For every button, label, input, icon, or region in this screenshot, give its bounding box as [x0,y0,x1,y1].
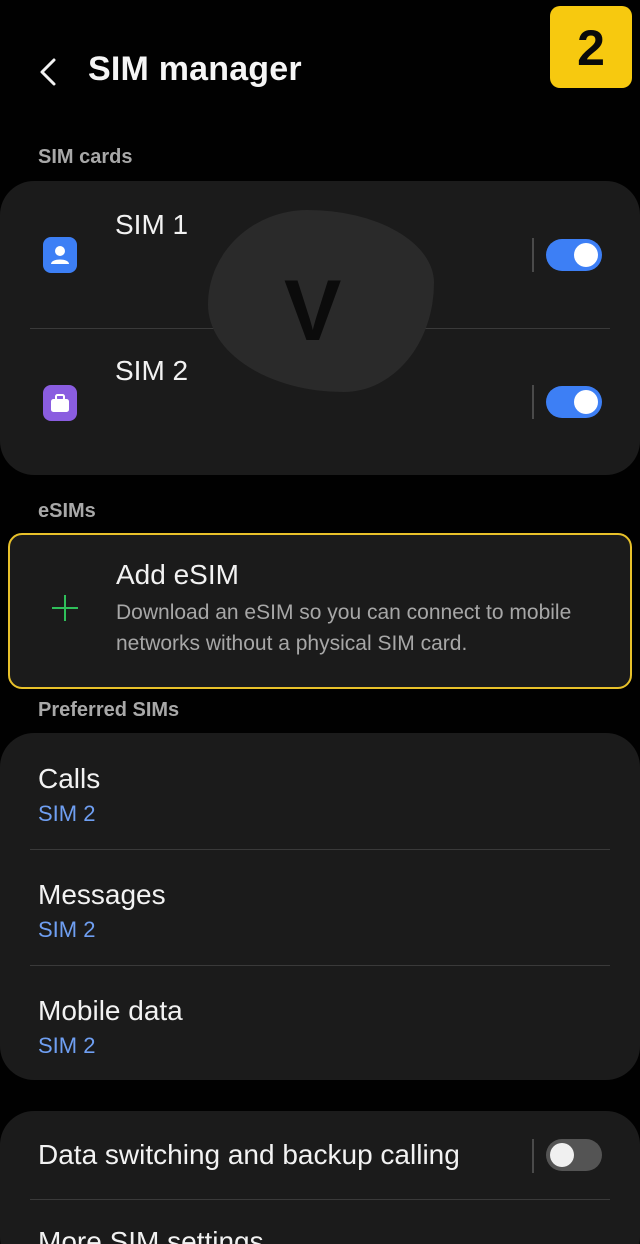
back-button[interactable] [34,52,66,92]
data-switching-label: Data switching and backup calling [38,1139,460,1170]
preferred-calls-value: SIM 2 [38,801,96,826]
preferred-mobile-data-value: SIM 2 [38,1033,96,1058]
data-switching-toggle[interactable] [546,1139,602,1171]
sim-2-toggle[interactable] [546,386,602,418]
more-settings-card: Data switching and backup calling More S… [0,1111,640,1244]
sim-1-toggle[interactable] [546,239,602,271]
toggle-knob [550,1143,574,1167]
sim-2-label: SIM 2 [115,355,189,386]
row-separator [532,385,534,419]
preferred-calls[interactable]: Calls SIM 2 [0,733,640,848]
row-separator [532,238,534,272]
preferred-mobile-data-label: Mobile data [38,995,183,1026]
add-esim-description: Download an eSIM so you can connect to m… [116,601,572,655]
step-badge: 2 [550,6,632,88]
plus-icon [52,595,78,621]
briefcase-sim-icon [43,385,77,421]
add-esim-button[interactable]: Add eSIM Download an eSIM so you can con… [8,533,632,689]
preferred-messages-value: SIM 2 [38,917,96,942]
add-esim-title: Add eSIM [116,559,239,590]
section-label-sim-cards: SIM cards [38,146,133,168]
preferred-messages[interactable]: Messages SIM 2 [0,849,640,964]
more-sim-settings-row[interactable]: More SIM settings [0,1200,640,1244]
preferred-mobile-data[interactable]: Mobile data SIM 2 [0,965,640,1080]
preferred-calls-label: Calls [38,763,101,794]
more-sim-settings-label: More SIM settings [38,1226,264,1244]
preferred-messages-label: Messages [38,879,166,910]
data-switching-row[interactable]: Data switching and backup calling [0,1111,640,1199]
watermark-letter: V [284,263,342,359]
preferred-sims-card: Calls SIM 2 Messages SIM 2 Mobile data S… [0,733,640,1080]
toggle-knob [574,390,598,414]
page-title: SIM manager [88,50,302,88]
row-separator [532,1139,534,1173]
chevron-left-icon [40,58,56,86]
section-label-esims: eSIMs [38,500,96,522]
section-label-preferred-sims: Preferred SIMs [38,699,180,721]
person-sim-icon [43,237,77,273]
toggle-knob [574,243,598,267]
app-header: SIM manager 2 [0,0,640,130]
sim-1-label: SIM 1 [115,209,189,240]
